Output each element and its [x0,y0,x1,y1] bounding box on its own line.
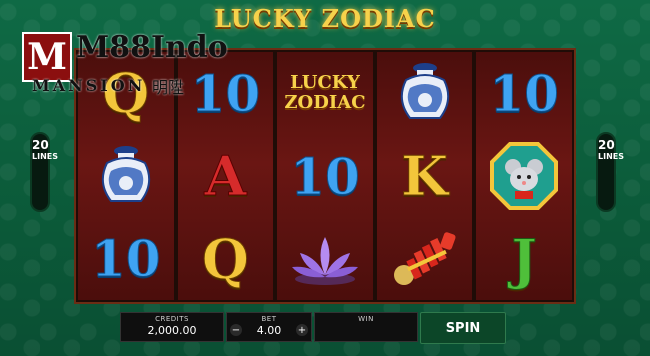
symbol-10: 10 [91,229,162,289]
spin-button[interactable]: SPIN [420,312,506,344]
vase-icon [101,146,150,202]
game-screen: LUCKY ZODIAC Q 10 10 A Q LUCKY ZODIAC 10… [0,0,650,356]
lucky-zodiac-symbol: LUCKY ZODIAC [284,73,365,113]
logo-badge-icon: M [22,32,72,82]
win-display: WIN [314,312,418,342]
paylines-left-label: LINES [32,152,58,161]
lotus-icon [291,236,358,285]
lucky-zodiac-symbol-line1: LUCKY [290,72,360,94]
vase-icon [400,63,449,120]
credits-value: 2,000.00 [147,324,197,337]
brand-logo: M M88Indo MANSION 明陞 [22,30,232,100]
symbol-q: Q [201,226,249,291]
reel-cell: 10 [277,135,373,218]
paylines-right: 20 LINES [596,132,624,212]
rat-icon [490,142,559,210]
symbol-j: J [511,226,538,291]
reel-cell [277,217,373,300]
reel-cell: 10 [476,52,572,135]
logo-sub: MANSION [32,76,146,95]
bet-decrease-button[interactable]: − [230,324,242,336]
reel-cell: 10 [78,217,174,300]
reel-cell: A [178,135,274,218]
symbol-10: 10 [489,63,560,123]
firecracker-icon [393,231,456,285]
paylines-left-count: 20 [32,138,49,152]
game-title: LUCKY ZODIAC [214,4,436,33]
symbol-10: 10 [290,146,361,206]
reel-cell [476,135,572,218]
win-label: WIN [358,315,374,323]
reel-cell [377,217,473,300]
reel-3: LUCKY ZODIAC 10 [277,52,373,300]
logo-chinese: 明陞 [152,78,185,97]
lucky-zodiac-symbol-line2: ZODIAC [284,92,366,114]
symbol-k: K [401,144,449,209]
bet-label: BET [261,315,277,323]
logo-brand: M88Indo [76,30,228,65]
paylines-left: 20 LINES [30,132,58,212]
paylines-right-count: 20 [598,138,615,152]
reel-cell: LUCKY ZODIAC [277,52,373,135]
reel-cell [78,135,174,218]
credits-label: CREDITS [155,315,189,323]
symbol-a: A [204,144,247,209]
credits-display: CREDITS 2,000.00 [120,312,224,342]
reel-cell [377,52,473,135]
reel-4: K [376,52,473,300]
bet-increase-button[interactable]: + [296,324,308,336]
reel-cell: Q [178,217,274,300]
reel-5: 10 J [476,52,572,300]
reel-cell: K [377,135,473,218]
reel-cell: J [476,217,572,300]
paylines-right-label: LINES [598,152,624,161]
